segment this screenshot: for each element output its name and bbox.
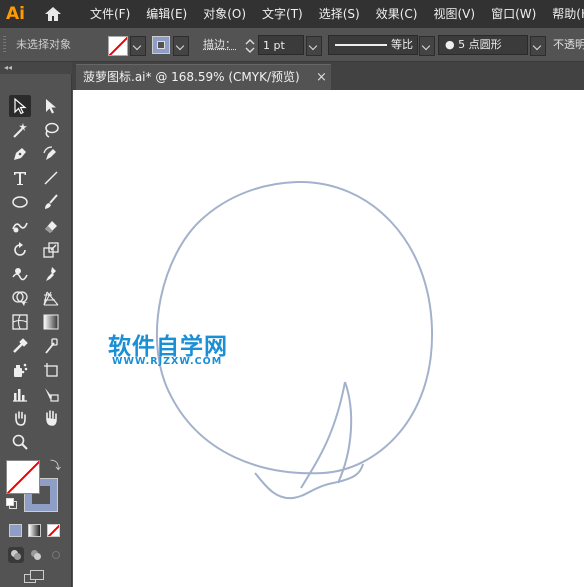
menu-help[interactable]: 帮助(H) — [544, 0, 584, 28]
line-segment-tool-icon[interactable] — [40, 167, 62, 189]
puppet-warp-tool-icon[interactable] — [40, 263, 62, 285]
menu-object[interactable]: 对象(O) — [195, 0, 254, 28]
profile-dropdown[interactable] — [419, 36, 435, 56]
home-icon[interactable] — [43, 5, 63, 23]
artboard-canvas[interactable]: 软件自学网 WWW.RJZXW.COM — [73, 90, 584, 587]
color-mode-button[interactable] — [9, 524, 22, 537]
watermark-url: WWW.RJZXW.COM — [112, 356, 223, 367]
magic-wand-tool-icon[interactable] — [9, 119, 31, 141]
document-tab[interactable]: 菠萝图标.ai* @ 168.59% (CMYK/预览) × — [76, 64, 331, 90]
profile-line-preview — [335, 44, 387, 46]
scale-tool-icon[interactable] — [40, 239, 62, 261]
tools-panel-header[interactable]: ◂◂ — [0, 62, 72, 74]
profile-label: 等比 — [391, 38, 413, 51]
shaper-tool-icon[interactable] — [9, 215, 31, 237]
fill-dropdown[interactable] — [130, 36, 146, 56]
main-menu: 文件(F) 编辑(E) 对象(O) 文字(T) 选择(S) 效果(C) 视图(V… — [82, 0, 584, 28]
pen-tool-icon[interactable] — [9, 143, 31, 165]
stroke-color-dropdown[interactable] — [173, 36, 189, 56]
zoom-tool-icon[interactable] — [9, 431, 31, 453]
eyedropper-tool-icon[interactable] — [9, 335, 31, 357]
menu-bar: Ai 文件(F) 编辑(E) 对象(O) 文字(T) 选择(S) 效果(C) 视… — [0, 0, 584, 28]
swap-fill-stroke-icon[interactable]: ⤵ — [50, 460, 61, 472]
blend-tool-icon[interactable] — [40, 335, 62, 357]
column-graph-tool-icon[interactable] — [9, 383, 31, 405]
default-fill-stroke-icon[interactable] — [6, 498, 17, 509]
eraser-tool-icon[interactable] — [40, 215, 62, 237]
selection-status: 未选择对象 — [16, 38, 71, 51]
none-mode-button[interactable] — [47, 524, 60, 537]
perspective-grid-tool-icon[interactable] — [40, 287, 62, 309]
menu-file[interactable]: 文件(F) — [82, 0, 138, 28]
curvature-tool-icon[interactable] — [40, 143, 62, 165]
menu-window[interactable]: 窗口(W) — [483, 0, 544, 28]
menu-type[interactable]: 文字(T) — [254, 0, 311, 28]
control-bar: 未选择对象 描边： 1 pt 等比 ● 5 点圆形 不透明 — [0, 28, 584, 62]
warp-tool-icon[interactable] — [9, 263, 31, 285]
selection-tool-icon[interactable] — [9, 95, 31, 117]
stroke-swatch[interactable] — [152, 36, 170, 54]
gradient-mode-button[interactable] — [28, 524, 41, 537]
menu-edit[interactable]: 编辑(E) — [138, 0, 195, 28]
brush-dropdown[interactable] — [530, 36, 546, 56]
gradient-tool-icon[interactable] — [40, 311, 62, 333]
illustrator-logo: Ai — [6, 4, 25, 24]
draw-normal-icon[interactable] — [8, 547, 24, 563]
opacity-link[interactable]: 不透明 — [553, 28, 584, 62]
brush-definition[interactable]: ● 5 点圆形 — [438, 35, 528, 55]
draw-inside-icon[interactable] — [48, 547, 64, 563]
fill-swatch[interactable] — [108, 36, 128, 56]
menu-effect[interactable]: 效果(C) — [368, 0, 426, 28]
artboard-tool-icon[interactable] — [40, 359, 62, 381]
close-icon[interactable]: × — [316, 65, 327, 90]
mesh-tool-icon[interactable] — [9, 311, 31, 333]
document-tab-bar: 菠萝图标.ai* @ 168.59% (CMYK/预览) × — [72, 62, 584, 90]
direct-selection-tool-icon[interactable] — [40, 95, 62, 117]
stroke-weight-spinner[interactable] — [244, 37, 256, 55]
symbol-sprayer-tool-icon[interactable] — [9, 359, 31, 381]
draw-behind-icon[interactable] — [28, 547, 44, 563]
hand-tool-icon[interactable] — [9, 407, 31, 429]
variable-width-profile[interactable]: 等比 — [328, 35, 418, 55]
document-tab-title: 菠萝图标.ai* @ 168.59% (CMYK/预览) — [83, 70, 300, 84]
rotate-tool-icon[interactable] — [9, 239, 31, 261]
panel-grip[interactable] — [3, 36, 6, 54]
stroke-weight-dropdown[interactable] — [306, 36, 322, 56]
paintbrush-tool-icon[interactable] — [40, 191, 62, 213]
slice-tool-icon[interactable] — [40, 383, 62, 405]
stroke-panel-link[interactable]: 描边： — [203, 28, 236, 62]
collapse-icon[interactable]: ◂◂ — [4, 62, 12, 74]
menu-select[interactable]: 选择(S) — [311, 0, 368, 28]
type-tool-icon[interactable] — [9, 167, 31, 189]
fill-stroke-widget[interactable]: ⤵ — [6, 460, 66, 512]
menu-view[interactable]: 视图(V) — [425, 0, 483, 28]
screen-mode-icon[interactable] — [24, 570, 46, 584]
fill-box[interactable] — [6, 460, 40, 494]
shape-builder-tool-icon[interactable] — [9, 287, 31, 309]
hand-tool-alt-icon[interactable] — [40, 407, 62, 429]
ellipse-tool-icon[interactable] — [9, 191, 31, 213]
tools-panel: ◂◂ ⤵ — [0, 62, 72, 587]
stroke-weight-field[interactable]: 1 pt — [258, 35, 304, 55]
lasso-tool-icon[interactable] — [40, 119, 62, 141]
